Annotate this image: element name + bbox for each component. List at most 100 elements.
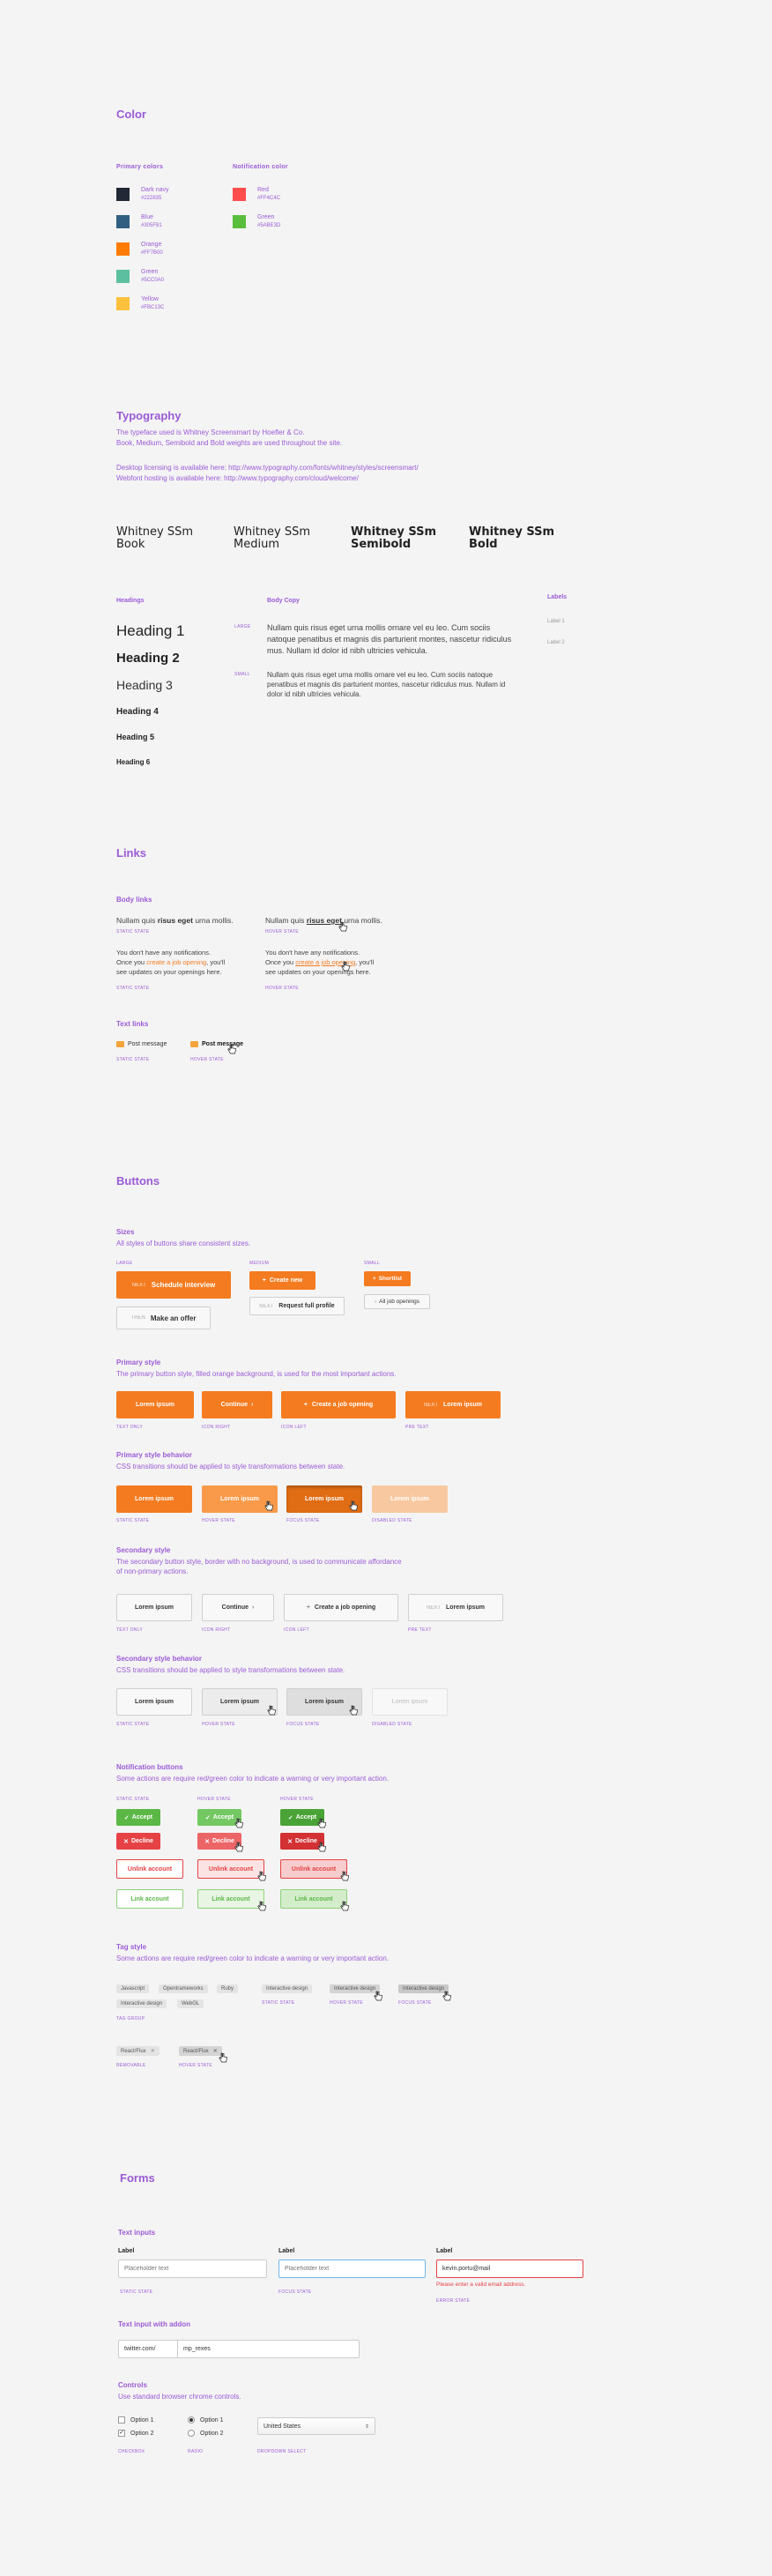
addon-text-input[interactable]: mp_rexes [177,2340,360,2358]
hand-cursor-icon [267,1705,276,1716]
primary-name: Yellow [141,296,159,302]
text-only-caption: TEXT ONLY [116,1425,144,1430]
primary-hex: #5CC0A0 [141,278,165,283]
notification-text-hover: You don't have any notifications. Once y… [265,949,375,976]
tag-javascript[interactable]: Javascript [116,1984,150,1993]
make-offer-button[interactable]: THEN Make an offer [116,1307,211,1329]
controls-desc: Use standard browser chrome controls. [118,2393,241,2401]
heading-4: Heading 4 [116,707,159,717]
hand-cursor-icon [374,1991,382,2001]
tag-hover[interactable]: Interactive design [330,1984,381,1993]
static-caption: STATIC STATE [262,2000,295,2006]
primary-icon-right-button[interactable]: Continue › [202,1391,272,1418]
tag-static[interactable]: Interactive design [262,1984,313,1993]
primary-style-title: Primary style [116,1359,161,1366]
primary-disabled-button: Lorem ipsum [372,1485,448,1513]
shortlist-button[interactable]: + Shortlist [364,1271,411,1286]
removable-tag-hover[interactable]: React/Flux ✕ [179,2046,222,2056]
select-arrows-icon: ⇕ [364,2423,369,2430]
static-caption: STATIC STATE [116,1797,150,1802]
secondary-icon-right-button[interactable]: Continue › [202,1594,274,1621]
hand-cursor-icon [341,961,350,972]
hand-cursor-icon [264,1500,273,1511]
request-full-profile-button[interactable]: NEXT Request full profile [249,1297,345,1315]
font-bold: Whitney SSm Bold [469,525,555,551]
primary-hex: #305F81 [141,223,162,228]
radio-unselected-icon[interactable] [188,2430,195,2437]
post-message-link-static[interactable]: Post message [116,1041,167,1047]
secondary-icon-left-button[interactable]: + Create a job opening [284,1594,398,1621]
radio-caption: RADIO [188,2449,204,2454]
primary-swatch [116,270,130,283]
secondary-static-button[interactable]: Lorem ipsum [116,1688,192,1716]
removable-tag[interactable]: React/Flux ✕ [116,2046,160,2056]
checkbox-option-1[interactable]: Option 1 [118,2416,153,2423]
tag-ruby[interactable]: Ruby [217,1984,239,1993]
input-label: Label [436,2248,453,2254]
text-input-error[interactable]: kevin.portu@mail [436,2260,583,2278]
link-account-button-hover[interactable]: Link account [197,1889,264,1909]
hand-cursor-icon [349,1705,358,1716]
create-new-button[interactable]: + Create new [249,1271,315,1290]
primary-style-desc: The primary button style, filled orange … [116,1370,397,1378]
icon-left-caption: ICON LEFT [284,1627,309,1633]
tag-opentrameworks[interactable]: Opentrameworks [159,1984,208,1993]
hover-state-caption: HOVER STATE [265,986,299,991]
primary-icon-left-button[interactable]: + Create a job opening [281,1391,396,1418]
create-job-link[interactable]: create a job opening [146,958,206,966]
all-job-openings-button[interactable]: ‹ All job openings [364,1294,430,1309]
country-select[interactable]: United States ⇕ [257,2417,375,2435]
message-icon [116,1041,124,1047]
heading-3: Heading 3 [116,678,173,692]
notification-name: Green [257,214,275,220]
primary-swatch [116,242,130,256]
checkbox-unchecked-icon[interactable] [118,2416,125,2423]
sizes-desc: All styles of buttons share consistent s… [116,1240,251,1247]
check-icon: ✓ [123,1814,130,1821]
primary-behavior-title: Primary style behavior [116,1451,192,1459]
close-icon[interactable]: ✕ [151,2048,155,2054]
unlink-account-button-hover[interactable]: Unlink account [197,1859,264,1879]
secondary-text-only-button[interactable]: Lorem ipsum [116,1594,192,1621]
text-only-caption: TEXT ONLY [116,1627,144,1633]
link-account-button[interactable]: Link account [116,1889,183,1909]
text-input-focus[interactable] [278,2260,426,2278]
radio-option-2[interactable]: Option 2 [188,2430,223,2437]
disabled-caption: DISABLED STATE [372,1518,412,1523]
secondary-pre-text-button[interactable]: NEXT Lorem ipsum [408,1594,503,1621]
tag-focus[interactable]: Interactive design [398,1984,449,1993]
hover-caption: HOVER STATE [197,1797,231,1802]
decline-button[interactable]: ✕ Decline [116,1833,160,1850]
tag-interactive-design[interactable]: Interactive design [116,1999,167,2008]
primary-pre-text-button[interactable]: NEXT Lorem ipsum [405,1391,501,1418]
heading-2: Heading 2 [116,651,180,666]
unlink-account-button[interactable]: Unlink account [116,1859,183,1879]
typography-section-title: Typography [116,409,182,422]
schedule-interview-button[interactable]: NEXT Schedule interview [116,1271,231,1299]
checkbox-checked-icon[interactable]: ✓ [118,2430,125,2437]
body-link-hover: Nullam quis risus eget urna mollis. [265,916,382,925]
plus-icon: + [306,1604,310,1611]
accept-button[interactable]: ✓ Accept [116,1809,160,1826]
hover-caption: HOVER STATE [280,1797,314,1802]
body-links-title: Body links [116,896,152,904]
radio-selected-icon[interactable] [188,2416,195,2423]
hover-state-caption: HOVER STATE [190,1057,224,1062]
checkbox-option-2[interactable]: ✓ Option 2 [118,2430,153,2437]
close-icon[interactable]: ✕ [213,2048,218,2054]
text-input-static[interactable] [118,2260,267,2278]
primary-static-button[interactable]: Lorem ipsum [116,1485,192,1513]
focus-caption: FOCUS STATE [278,2289,312,2295]
hand-cursor-icon [340,1901,349,1911]
unlink-account-button-focus[interactable]: Unlink account [280,1859,347,1879]
primary-text-only-button[interactable]: Lorem ipsum [116,1391,194,1418]
body-link-hovered[interactable]: risus eget [307,916,342,925]
links-section-title: Links [116,846,146,860]
icon-right-caption: ICON RIGHT [202,1627,231,1633]
static-caption: STATIC STATE [116,1722,150,1727]
text-inputs-title: Text inputs [118,2229,156,2237]
link-account-button-focus[interactable]: Link account [280,1889,347,1909]
radio-option-1[interactable]: Option 1 [188,2416,223,2423]
tag-webgl[interactable]: WebGL [177,1999,204,2008]
body-link[interactable]: risus eget [158,916,193,925]
